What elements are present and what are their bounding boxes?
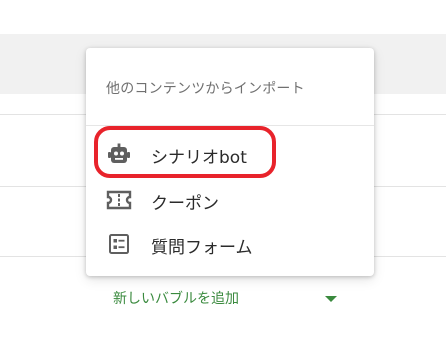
menu-item-coupon[interactable]: クーポン — [86, 178, 374, 222]
ticket-icon — [106, 188, 132, 212]
menu-item-label: シナリオbot — [151, 148, 247, 168]
menu-item-label: クーポン — [151, 194, 219, 214]
import-menu-header: 他のコンテンツからインポート — [86, 48, 374, 126]
form-icon — [106, 232, 132, 256]
add-new-bubble-button[interactable]: 新しいバブルを追加 — [113, 288, 239, 308]
menu-item-question-form[interactable]: 質問フォーム — [86, 222, 374, 266]
caret-down-icon[interactable] — [325, 296, 337, 302]
import-menu: 他のコンテンツからインポート シナリオbot クーポン 質問フォーム — [86, 48, 374, 276]
import-menu-title: 他のコンテンツからインポート — [106, 81, 305, 97]
menu-item-label: 質問フォーム — [151, 238, 253, 258]
robot-icon — [106, 142, 132, 166]
menu-item-scenario-bot[interactable]: シナリオbot — [86, 132, 374, 176]
